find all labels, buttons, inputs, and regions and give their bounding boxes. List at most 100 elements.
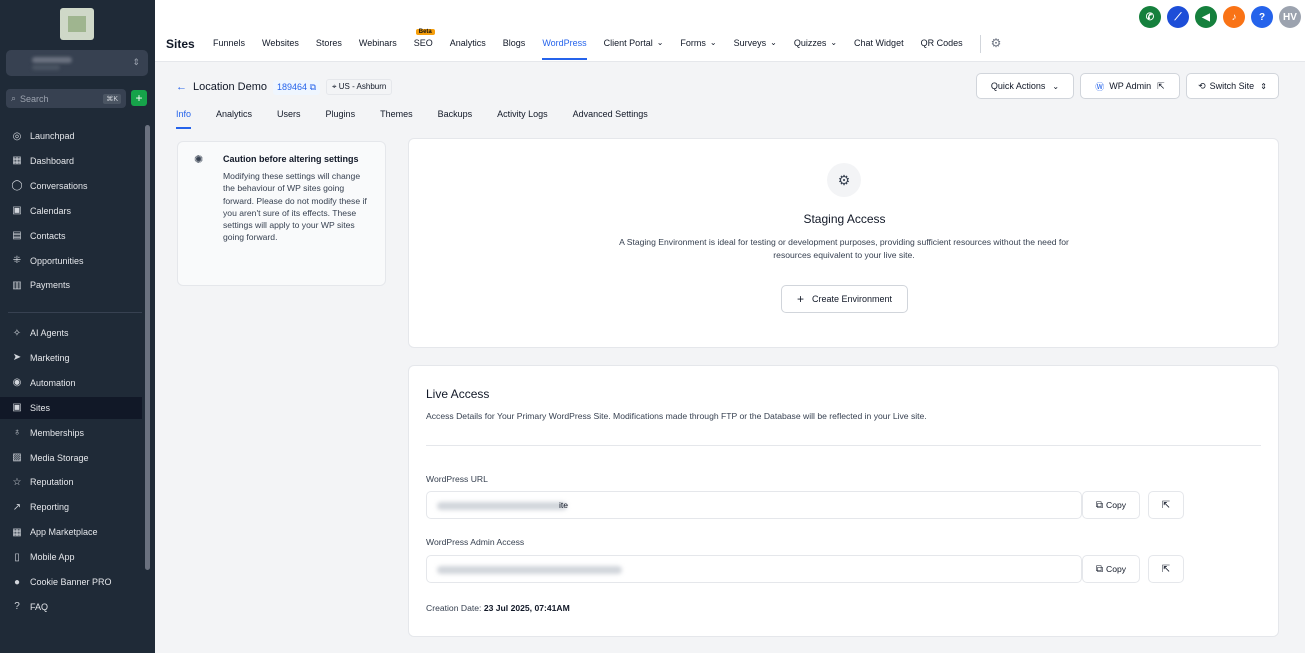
sidebar-item-conversations[interactable]: ◯ Conversations bbox=[0, 175, 142, 197]
contacts-icon: ▤ bbox=[12, 230, 22, 242]
open-admin-button[interactable]: ⇱ bbox=[1148, 555, 1184, 583]
quick-actions-label: Quick Actions bbox=[990, 81, 1046, 91]
nav-tab-label: SEO bbox=[413, 38, 433, 48]
phone-icon[interactable]: ✆ bbox=[1139, 6, 1161, 28]
sidebar-item-automation[interactable]: ◉ Automation bbox=[0, 372, 142, 394]
nav-tab-quizzes[interactable]: Quizzes ⌄ bbox=[794, 38, 837, 60]
gear-icon: ⚙ bbox=[827, 163, 861, 197]
sidebar-item-reputation[interactable]: ☆ Reputation bbox=[0, 471, 142, 493]
sidebar-item-dashboard[interactable]: ▦ Dashboard bbox=[0, 150, 142, 172]
sidebar-item-calendars[interactable]: ▣ Calendars bbox=[0, 200, 142, 222]
nav-tab-client-portal[interactable]: Client Portal ⌄ bbox=[604, 38, 664, 60]
sidebar-search[interactable]: ⌕ Search ⌘K bbox=[6, 89, 126, 108]
create-environment-button[interactable]: + Create Environment bbox=[781, 285, 908, 313]
bell-icon[interactable]: ♪ bbox=[1223, 6, 1245, 28]
sidebar-item-contacts[interactable]: ▤ Contacts bbox=[0, 225, 142, 247]
sidebar-item-payments[interactable]: ▥ Payments bbox=[0, 274, 142, 296]
back-arrow-icon[interactable]: ← bbox=[176, 81, 187, 93]
nav-tab-chat-widget[interactable]: Chat Widget bbox=[854, 38, 904, 60]
tab-themes[interactable]: Themes bbox=[380, 109, 413, 129]
search-placeholder: Search bbox=[20, 93, 49, 104]
nav-tab-label: Analytics bbox=[449, 38, 486, 48]
plus-icon: + bbox=[796, 292, 804, 306]
nav-tab-seo[interactable]: SEO Beta bbox=[413, 29, 435, 60]
nav-tab-stores[interactable]: Stores bbox=[316, 38, 342, 60]
reputation-icon: ☆ bbox=[12, 476, 22, 488]
reporting-icon: ↗ bbox=[12, 501, 22, 513]
opportunities-icon: ⁜ bbox=[12, 255, 22, 266]
main-content: ← Location Demo 189464 ⧉ ⌖ US - Ashburn … bbox=[155, 62, 1305, 653]
settings-gear-icon[interactable]: ⚙ bbox=[991, 36, 1002, 60]
sidebar-item-sites[interactable]: ▣ Sites bbox=[0, 396, 142, 419]
copy-url-button[interactable]: ⧉ Copy bbox=[1082, 491, 1140, 519]
sidebar-item-memberships[interactable]: ♁ Memberships bbox=[0, 422, 142, 444]
location-id-badge[interactable]: 189464 ⧉ bbox=[273, 79, 320, 95]
wordpress-url-field[interactable]: ite bbox=[426, 491, 1082, 519]
tab-advanced-settings[interactable]: Advanced Settings bbox=[573, 109, 648, 129]
open-url-button[interactable]: ⇱ bbox=[1148, 491, 1184, 519]
nav-tab-wordpress[interactable]: WordPress bbox=[542, 38, 588, 60]
tab-users[interactable]: Users bbox=[277, 109, 301, 129]
quick-add-button[interactable]: + bbox=[131, 90, 147, 106]
admin-access-field[interactable] bbox=[426, 555, 1082, 583]
sidebar-item-ai-agents[interactable]: ✧ AI Agents bbox=[0, 322, 142, 344]
location-name: Location Demo bbox=[193, 81, 267, 93]
live-access-card: Live Access Access Details for Your Prim… bbox=[408, 365, 1279, 637]
megaphone-icon[interactable]: ◀ bbox=[1195, 6, 1217, 28]
avatar[interactable]: HV bbox=[1279, 6, 1301, 28]
nav-tab-surveys[interactable]: Surveys ⌄ bbox=[734, 38, 777, 60]
nav-tab-websites[interactable]: Websites bbox=[262, 38, 299, 60]
create-environment-label: Create Environment bbox=[811, 294, 893, 304]
nav-separator bbox=[979, 35, 981, 53]
chevron-updown-icon: ⇕ bbox=[1260, 81, 1267, 91]
sidebar-item-media-storage[interactable]: ▨ Media Storage bbox=[0, 447, 142, 469]
sidebar-item-marketing[interactable]: ➤ Marketing bbox=[0, 347, 142, 369]
nav-tab-analytics[interactable]: Analytics bbox=[450, 38, 486, 60]
nav-tab-funnels[interactable]: Funnels bbox=[213, 38, 245, 60]
caution-title: Caution before altering settings bbox=[223, 154, 359, 164]
sidebar-item-reporting[interactable]: ↗ Reporting bbox=[0, 496, 142, 518]
sidebar-item-faq[interactable]: ? FAQ bbox=[0, 596, 142, 618]
sidebar-item-mobile-app[interactable]: ▯ Mobile App bbox=[0, 546, 142, 568]
external-link-icon: ⇱ bbox=[1161, 563, 1171, 575]
sidebar-item-launchpad[interactable]: ◎ Launchpad bbox=[0, 125, 142, 147]
nav-tab-label: Client Portal bbox=[603, 38, 653, 48]
tab-plugins[interactable]: Plugins bbox=[326, 109, 356, 129]
sidebar-item-app-marketplace[interactable]: ▦ App Marketplace bbox=[0, 521, 142, 543]
tab-analytics[interactable]: Analytics bbox=[216, 109, 252, 129]
sidebar-item-label: Conversations bbox=[30, 180, 88, 191]
quick-actions-button[interactable]: Quick Actions ⌄ bbox=[976, 73, 1074, 99]
sidebar-item-opportunities[interactable]: ⁜ Opportunities bbox=[0, 250, 142, 272]
nav-tab-qr-codes[interactable]: QR Codes bbox=[921, 38, 963, 60]
nav-tab-label: Blogs bbox=[502, 38, 526, 48]
nav-tab-label: Funnels bbox=[213, 38, 246, 48]
copy-admin-button[interactable]: ⧉ Copy bbox=[1082, 555, 1140, 583]
sidebar-item-label: Dashboard bbox=[30, 155, 75, 166]
page-section-title: Sites bbox=[166, 37, 195, 51]
sidebar-item-cookie-banner-pro[interactable]: ● Cookie Banner PRO bbox=[0, 571, 142, 593]
chevron-down-icon: ⌄ bbox=[709, 38, 717, 47]
staging-title: Staging Access bbox=[803, 212, 886, 226]
sidebar-scrollbar[interactable] bbox=[145, 125, 150, 570]
nav-tab-forms[interactable]: Forms ⌄ bbox=[680, 38, 716, 60]
wp-admin-button[interactable]: Ⓦ WP Admin ⇱ bbox=[1080, 73, 1180, 99]
nav-tab-label: Quizzes bbox=[793, 38, 827, 48]
help-icon[interactable]: ? bbox=[1251, 6, 1273, 28]
account-switcher[interactable]: ⇕ bbox=[6, 50, 148, 76]
url-value-suffix: ite bbox=[559, 500, 569, 510]
tab-info[interactable]: Info bbox=[176, 109, 192, 129]
company-logo[interactable] bbox=[60, 8, 94, 40]
switch-site-button[interactable]: ⟲ Switch Site ⇕ bbox=[1186, 73, 1279, 99]
tab-backups[interactable]: Backups bbox=[438, 109, 473, 129]
region-badge: ⌖ US - Ashburn bbox=[326, 79, 393, 95]
chevron-down-icon: ⌄ bbox=[770, 38, 777, 47]
nav-tab-blogs[interactable]: Blogs bbox=[503, 38, 526, 60]
link-icon[interactable]: ⟋ bbox=[1167, 6, 1189, 28]
external-link-icon: ⇱ bbox=[1157, 80, 1165, 91]
chevron-down-icon: ⌄ bbox=[656, 38, 664, 47]
top-icon-bar: ✆ ⟋ ◀ ♪? HV bbox=[1139, 6, 1301, 28]
tab-activity-logs[interactable]: Activity Logs bbox=[497, 109, 548, 129]
dashboard-icon: ▦ bbox=[12, 155, 22, 167]
chevron-down-icon: ⌄ bbox=[830, 38, 838, 47]
nav-tab-webinars[interactable]: Webinars bbox=[359, 38, 397, 60]
